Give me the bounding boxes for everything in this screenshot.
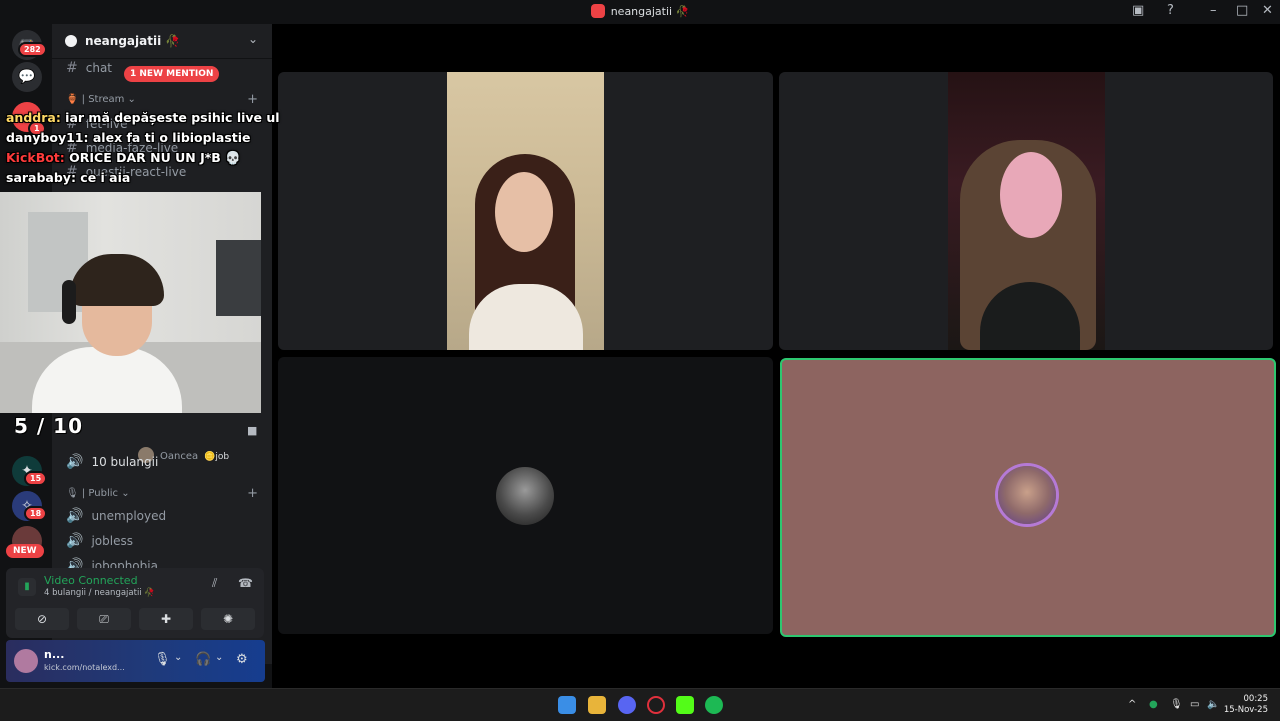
guild-name: neangajatii 🥀	[85, 34, 181, 48]
participant-face	[1000, 152, 1062, 238]
voice-channel-unemployed[interactable]: 🔊 unemployed	[66, 508, 166, 524]
participant-video	[447, 72, 604, 350]
category-public[interactable]: 🎙 | Public ⌄	[66, 488, 130, 499]
microphone-icon[interactable]: 🎙	[154, 652, 171, 667]
speaker-icon: 🔊	[66, 508, 84, 524]
chat-message: danyboy11: alex fa ti o libioplastie	[6, 130, 251, 145]
voice-channel-jobless[interactable]: 🔊 jobless	[66, 533, 133, 549]
webcam-monitor	[216, 240, 261, 316]
volume-icon[interactable]: 🔈	[1207, 699, 1219, 710]
voice-channel-10-bulangii[interactable]: 🔊 10 bulangii	[66, 454, 158, 470]
video-tile[interactable]	[278, 72, 773, 350]
voice-connection-panel: ▮ Video Connected 4 bulangii / neangajat…	[6, 568, 264, 638]
help-icon[interactable]: ?	[1167, 3, 1174, 18]
voice-status[interactable]: Video Connected	[44, 574, 138, 587]
user-panel: n... kick.com/notalexd... 🎙 ⌄ 🎧 ⌄ ⚙	[6, 640, 265, 682]
direct-messages-icon[interactable]: 💬	[12, 62, 42, 92]
signal-icon: ▮	[18, 578, 36, 596]
headset	[62, 280, 76, 324]
hash-icon: #	[66, 60, 78, 76]
user-status: kick.com/notalexd...	[44, 663, 125, 672]
camera-off-button[interactable]: ⊘	[15, 608, 69, 630]
discord-icon[interactable]	[618, 696, 636, 714]
speaker-icon: 🔊	[66, 533, 84, 549]
title-bar: neangajatii 🥀 ▣ ? – □ ✕	[0, 0, 1280, 24]
chevron-up-icon[interactable]: ^	[1128, 699, 1136, 710]
minimize-button[interactable]: –	[1210, 3, 1217, 18]
screen-share-button[interactable]: ⎚	[77, 608, 131, 630]
maximize-button[interactable]: □	[1236, 3, 1248, 18]
camera-icon: ■	[247, 424, 258, 437]
video-tile[interactable]	[278, 357, 773, 634]
status-dot-icon: ●	[1149, 699, 1158, 710]
gear-icon[interactable]: ⚙	[236, 652, 248, 667]
add-channel-icon[interactable]: +	[247, 486, 258, 501]
opera-icon[interactable]	[647, 696, 665, 714]
windows-taskbar: ^ ● 🎙 ▭ 🔈 00:25 15-Nov-25	[0, 688, 1280, 721]
noise-suppression-icon[interactable]: ⫽	[212, 576, 217, 591]
score-overlay: 5 / 10	[14, 414, 83, 438]
username[interactable]: n...	[44, 648, 64, 661]
inbox-icon[interactable]: ▣	[1132, 3, 1144, 18]
speaker-icon: 🔊	[66, 454, 84, 470]
channel-chat[interactable]: # chat	[66, 60, 112, 76]
video-tile-speaking[interactable]	[780, 358, 1276, 637]
category-stream[interactable]: 🏺 | Stream ⌄	[66, 94, 136, 105]
streamer-webcam	[0, 192, 261, 413]
chat-message: anddra: iar mă depășeste psihic live ul	[6, 110, 280, 125]
avatar[interactable]	[14, 649, 38, 673]
video-stage	[272, 24, 1280, 688]
participant-video	[948, 72, 1105, 350]
disconnect-icon[interactable]: ☎	[238, 576, 253, 590]
participant-avatar	[496, 467, 554, 525]
stream-chat-overlay: anddra: iar mă depășeste psihic live ul …	[6, 108, 280, 188]
chat-message: KickBot: ORICE DAR NU UN J*B 💀	[6, 150, 241, 165]
voice-channel-path[interactable]: 4 bulangii / neangajatii 🥀	[44, 588, 155, 598]
file-explorer-icon[interactable]	[588, 696, 606, 714]
chevron-down-icon[interactable]: ⌄	[174, 652, 182, 663]
participant-avatar	[998, 466, 1056, 524]
user-tag: 🪙job	[204, 452, 230, 462]
video-tile[interactable]	[779, 72, 1273, 350]
clock-date: 15-Nov-25	[1223, 705, 1268, 715]
server-badge: 15	[24, 471, 48, 486]
spotify-icon[interactable]	[705, 696, 723, 714]
activities-button[interactable]: ✚	[139, 608, 193, 630]
network-icon[interactable]: ▭	[1190, 699, 1199, 710]
chevron-down-icon[interactable]: ⌄	[248, 32, 258, 46]
headphones-icon[interactable]: 🎧	[195, 652, 211, 667]
new-badge: NEW	[6, 544, 44, 558]
microphone-icon[interactable]: 🎙	[1170, 699, 1183, 710]
new-mention-badge[interactable]: 1 NEW MENTION	[124, 66, 220, 82]
home-badge: 282	[18, 42, 47, 57]
guild-header[interactable]: neangajatii 🥀 ⌄	[52, 24, 272, 59]
add-channel-icon[interactable]: +	[247, 92, 258, 107]
soundboard-button[interactable]: ✺	[201, 608, 255, 630]
close-button[interactable]: ✕	[1262, 3, 1273, 18]
window-title: neangajatii 🥀	[0, 4, 1280, 18]
clock-time: 00:25	[1243, 694, 1269, 704]
start-icon[interactable]	[558, 696, 576, 714]
participant-face	[495, 172, 553, 252]
guild-icon	[65, 35, 77, 47]
chevron-down-icon[interactable]: ⌄	[215, 652, 223, 663]
server-badge: 18	[24, 506, 48, 521]
chat-message: sarababy: ce i aia	[6, 170, 131, 185]
kick-icon[interactable]	[676, 696, 694, 714]
server-logo-icon	[590, 4, 605, 18]
system-clock[interactable]: 00:25 15-Nov-25	[1224, 694, 1268, 716]
